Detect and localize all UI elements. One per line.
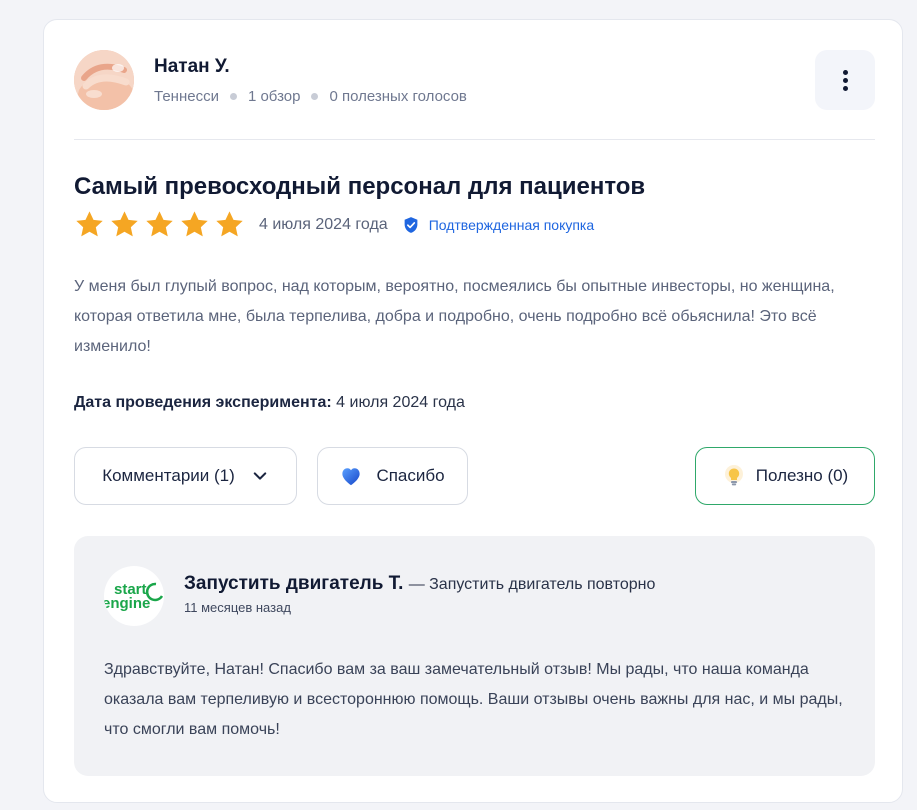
reply-timestamp: 11 месяцев назад bbox=[184, 600, 291, 615]
thanks-button[interactable]: Спасибо bbox=[317, 447, 468, 505]
separator-dot bbox=[311, 93, 319, 100]
author-helpful-votes: 0 полезных голосов bbox=[329, 88, 467, 105]
review-card: Натан У. Теннесси 1 обзор 0 полезных гол… bbox=[43, 19, 903, 803]
svg-text:engine: engine bbox=[104, 595, 150, 612]
experience-value: 4 июля 2024 года bbox=[336, 394, 465, 411]
author-name[interactable]: Натан У. bbox=[154, 56, 230, 78]
star-icon bbox=[76, 211, 103, 237]
verified-purchase-badge: Подтвержденная покупка bbox=[402, 216, 594, 234]
more-options-button[interactable] bbox=[815, 50, 875, 110]
review-body: У меня был глупый вопрос, над которым, в… bbox=[74, 278, 835, 355]
kebab-dot bbox=[842, 77, 848, 83]
company-logo: start engine bbox=[104, 566, 164, 626]
hands-photo-icon bbox=[74, 50, 134, 110]
comments-button[interactable]: Комментарии (1) bbox=[74, 447, 297, 505]
author-avatar[interactable] bbox=[74, 50, 134, 110]
chevron-down-icon bbox=[253, 472, 267, 480]
review-title: Самый превосходный персонал для пациенто… bbox=[74, 173, 646, 200]
reply-author: Запустить двигатель Т. — Запустить двига… bbox=[184, 573, 655, 595]
comments-label: Комментарии (1) bbox=[102, 466, 235, 485]
kebab-dot bbox=[842, 85, 848, 91]
experience-date: Дата проведения эксперимента: 4 июля 202… bbox=[74, 394, 465, 412]
rating-row: 4 июля 2024 года Подтвержденная покупка bbox=[74, 209, 594, 240]
author-reviews-count: 1 обзор bbox=[247, 88, 301, 105]
kebab-dot bbox=[842, 69, 848, 75]
startengine-logo-icon: start engine bbox=[104, 581, 164, 612]
company-reply: start engine Запустить двигатель Т. — За… bbox=[74, 536, 875, 776]
thanks-label: Спасибо bbox=[376, 466, 445, 485]
verified-label: Подтвержденная покупка bbox=[428, 216, 595, 233]
reply-author-role: — Запустить двигатель повторно bbox=[408, 576, 656, 593]
separator-dot bbox=[229, 93, 237, 100]
reply-body: Здравствуйте, Натан! Спасибо вам за ваш … bbox=[104, 661, 843, 738]
useful-button[interactable]: Полезно (0) bbox=[695, 447, 875, 505]
divider bbox=[74, 139, 875, 140]
author-meta: Теннесси 1 обзор 0 полезных голосов bbox=[154, 88, 467, 105]
star-icon bbox=[146, 211, 173, 237]
useful-label: Полезно (0) bbox=[755, 466, 849, 485]
review-date: 4 июля 2024 года bbox=[259, 215, 388, 233]
shield-check-icon bbox=[404, 216, 418, 233]
star-rating bbox=[74, 209, 245, 240]
experience-label: Дата проведения эксперимента: bbox=[74, 394, 332, 411]
heart-icon bbox=[342, 468, 361, 486]
star-icon bbox=[181, 211, 208, 237]
star-icon bbox=[111, 211, 138, 237]
author-location: Теннесси bbox=[154, 88, 219, 105]
lightbulb-icon bbox=[724, 465, 743, 486]
reply-author-name: Запустить двигатель Т. bbox=[184, 573, 404, 594]
star-icon bbox=[216, 211, 243, 237]
